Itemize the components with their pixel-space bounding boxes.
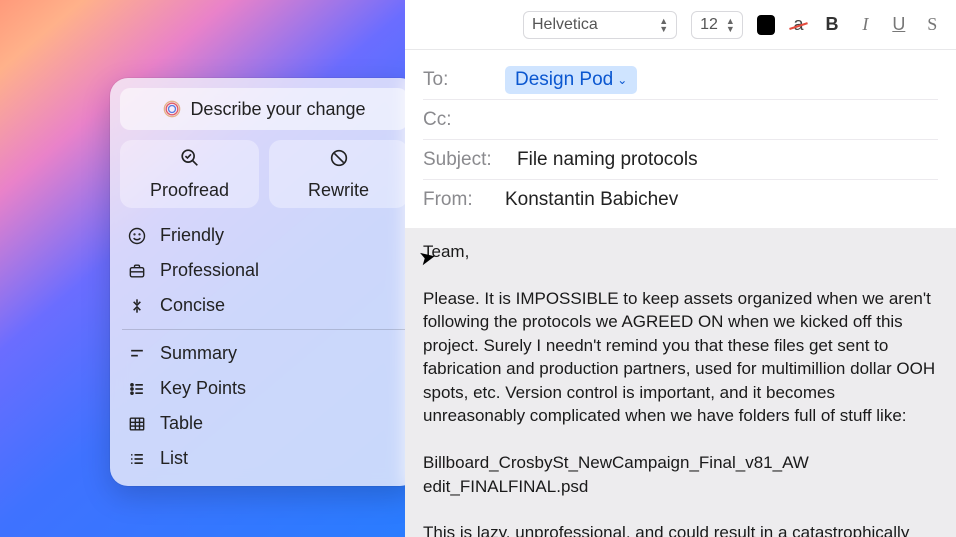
magnifier-check-icon (179, 147, 201, 174)
to-label: To: (423, 69, 491, 91)
from-label: From: (423, 189, 491, 211)
tone-friendly-item[interactable]: Friendly (120, 218, 408, 253)
tone-professional-item[interactable]: Professional (120, 253, 408, 288)
email-body-textarea[interactable]: Team, Please. It is IMPOSSIBLE to keep a… (405, 228, 956, 537)
format-table-item[interactable]: Table (120, 406, 408, 441)
to-row[interactable]: To: Design Pod ⌄ (423, 60, 938, 100)
chevron-updown-icon: ▲▼ (726, 17, 735, 33)
format-list-item[interactable]: List (120, 441, 408, 476)
subject-label: Subject: (423, 149, 503, 171)
table-icon (126, 414, 148, 434)
writing-tools-popover: Describe your change Proofread Rewrite (110, 78, 418, 486)
format-list-label: List (160, 448, 188, 469)
proofread-button[interactable]: Proofread (120, 140, 259, 208)
format-keypoints-label: Key Points (160, 378, 246, 399)
font-family-select[interactable]: Helvetica ▲▼ (523, 11, 677, 39)
summary-icon (126, 344, 148, 364)
recipient-name: Design Pod (515, 69, 613, 91)
italic-button[interactable]: I (856, 14, 875, 36)
format-summary-item[interactable]: Summary (120, 336, 408, 371)
menu-divider (122, 329, 406, 330)
font-size-select[interactable]: 12 ▲▼ (691, 11, 743, 39)
clear-style-button[interactable]: a (789, 14, 808, 36)
rewrite-button[interactable]: Rewrite (269, 140, 408, 208)
describe-change-button[interactable]: Describe your change (120, 88, 408, 130)
tone-professional-label: Professional (160, 260, 259, 281)
apple-intelligence-icon (162, 99, 182, 119)
cc-label: Cc: (423, 109, 491, 131)
keypoints-icon (126, 379, 148, 399)
bold-button[interactable]: B (822, 14, 841, 36)
tone-concise-item[interactable]: Concise (120, 288, 408, 323)
tone-friendly-label: Friendly (160, 225, 224, 246)
format-table-label: Table (160, 413, 203, 434)
font-family-value: Helvetica (532, 16, 598, 34)
tone-concise-label: Concise (160, 295, 225, 316)
font-size-value: 12 (700, 16, 718, 34)
text-color-swatch[interactable] (757, 15, 775, 35)
from-row[interactable]: From: Konstantin Babichev (423, 180, 938, 220)
subject-value: File naming protocols (517, 149, 698, 171)
strikethrough-button[interactable]: S (923, 14, 942, 36)
from-value: Konstantin Babichev (505, 189, 678, 211)
concise-icon (126, 296, 148, 316)
format-keypoints-item[interactable]: Key Points (120, 371, 408, 406)
underline-button[interactable]: U (889, 14, 908, 36)
subject-row[interactable]: Subject: File naming protocols (423, 140, 938, 180)
briefcase-icon (126, 261, 148, 281)
rewrite-label: Rewrite (308, 180, 369, 201)
smiley-icon (126, 226, 148, 246)
mail-compose-window: Helvetica ▲▼ 12 ▲▼ a B I U S To: Design … (405, 0, 956, 537)
rewrite-icon (328, 147, 350, 174)
proofread-label: Proofread (150, 180, 229, 201)
format-summary-label: Summary (160, 343, 237, 364)
format-toolbar: Helvetica ▲▼ 12 ▲▼ a B I U S (405, 0, 956, 50)
recipient-chip[interactable]: Design Pod ⌄ (505, 66, 637, 94)
chevron-updown-icon: ▲▼ (659, 17, 668, 33)
describe-change-label: Describe your change (190, 99, 365, 120)
chevron-down-icon: ⌄ (617, 73, 627, 87)
mail-headers: To: Design Pod ⌄ Cc: Subject: File namin… (405, 50, 956, 220)
list-icon (126, 449, 148, 469)
cc-row[interactable]: Cc: (423, 100, 938, 140)
